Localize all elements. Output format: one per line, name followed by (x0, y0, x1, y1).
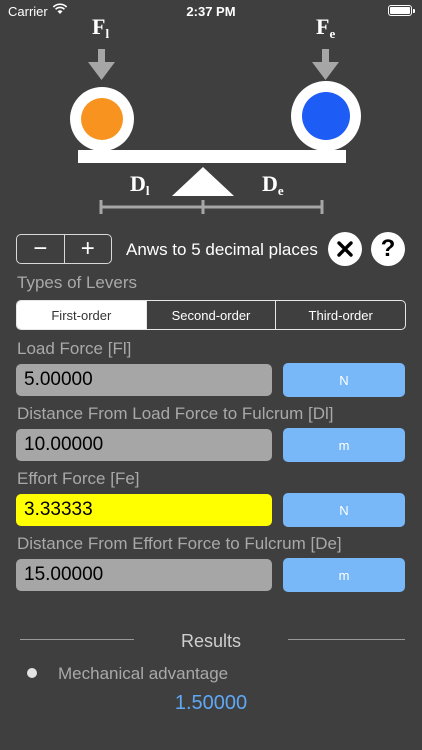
load-force-symbol: Fl (92, 18, 109, 41)
effort-force-arrow-icon (312, 49, 339, 80)
clear-button[interactable] (328, 232, 362, 266)
load-force-input[interactable]: 5.00000 (16, 364, 272, 396)
effort-ball-icon (302, 92, 350, 140)
effort-force-unit-button[interactable]: N (283, 493, 405, 527)
decimal-places-label: Anws to 5 decimal places (126, 240, 318, 259)
load-distance-symbol: Dl (130, 171, 150, 198)
load-ball-icon (81, 98, 123, 140)
effort-distance-input[interactable]: 15.00000 (16, 559, 272, 591)
effort-force-result-field[interactable]: 3.33333 (16, 494, 272, 526)
status-time: 2:37 PM (186, 4, 236, 19)
effort-distance-symbol: De (262, 171, 284, 198)
tab-first-order[interactable]: First-order (17, 301, 146, 329)
load-force-label: Load Force [Fl] (17, 339, 132, 358)
fulcrum-icon (172, 167, 234, 196)
load-force-unit-button[interactable]: N (283, 363, 405, 397)
load-force-arrow-icon (88, 49, 115, 80)
load-distance-label: Distance From Load Force to Fulcrum [Dl] (17, 404, 334, 423)
bullet-icon (27, 668, 37, 678)
tab-third-order[interactable]: Third-order (275, 301, 405, 329)
help-button[interactable]: ? (371, 232, 405, 266)
results-divider-right (288, 639, 405, 640)
decrease-decimals-button[interactable]: − (17, 235, 64, 263)
increase-decimals-button[interactable]: + (63, 235, 112, 263)
lever-diagram: Fl Fe Dl De (70, 18, 361, 214)
tab-second-order[interactable]: Second-order (145, 301, 276, 329)
close-icon (337, 241, 353, 257)
effort-distance-unit-button[interactable]: m (283, 558, 405, 592)
lever-type-selector: First-order Second-order Third-order (16, 300, 406, 330)
mechanical-advantage-value: 1.50000 (174, 692, 248, 714)
decimal-stepper: − + (16, 234, 112, 264)
distance-dimension-line (99, 200, 324, 214)
effort-distance-label: Distance From Effort Force to Fulcrum [D… (17, 534, 342, 553)
results-title: Results (180, 631, 242, 651)
effort-force-label: Effort Force [Fe] (17, 469, 140, 488)
battery-icon (388, 5, 415, 16)
load-distance-unit-button[interactable]: m (283, 428, 405, 462)
effort-force-symbol: Fe (316, 18, 335, 41)
lever-beam (78, 150, 346, 163)
lever-types-label: Types of Levers (17, 273, 138, 292)
mechanical-advantage-label: Mechanical advantage (58, 664, 229, 683)
load-distance-input[interactable]: 10.00000 (16, 429, 272, 461)
